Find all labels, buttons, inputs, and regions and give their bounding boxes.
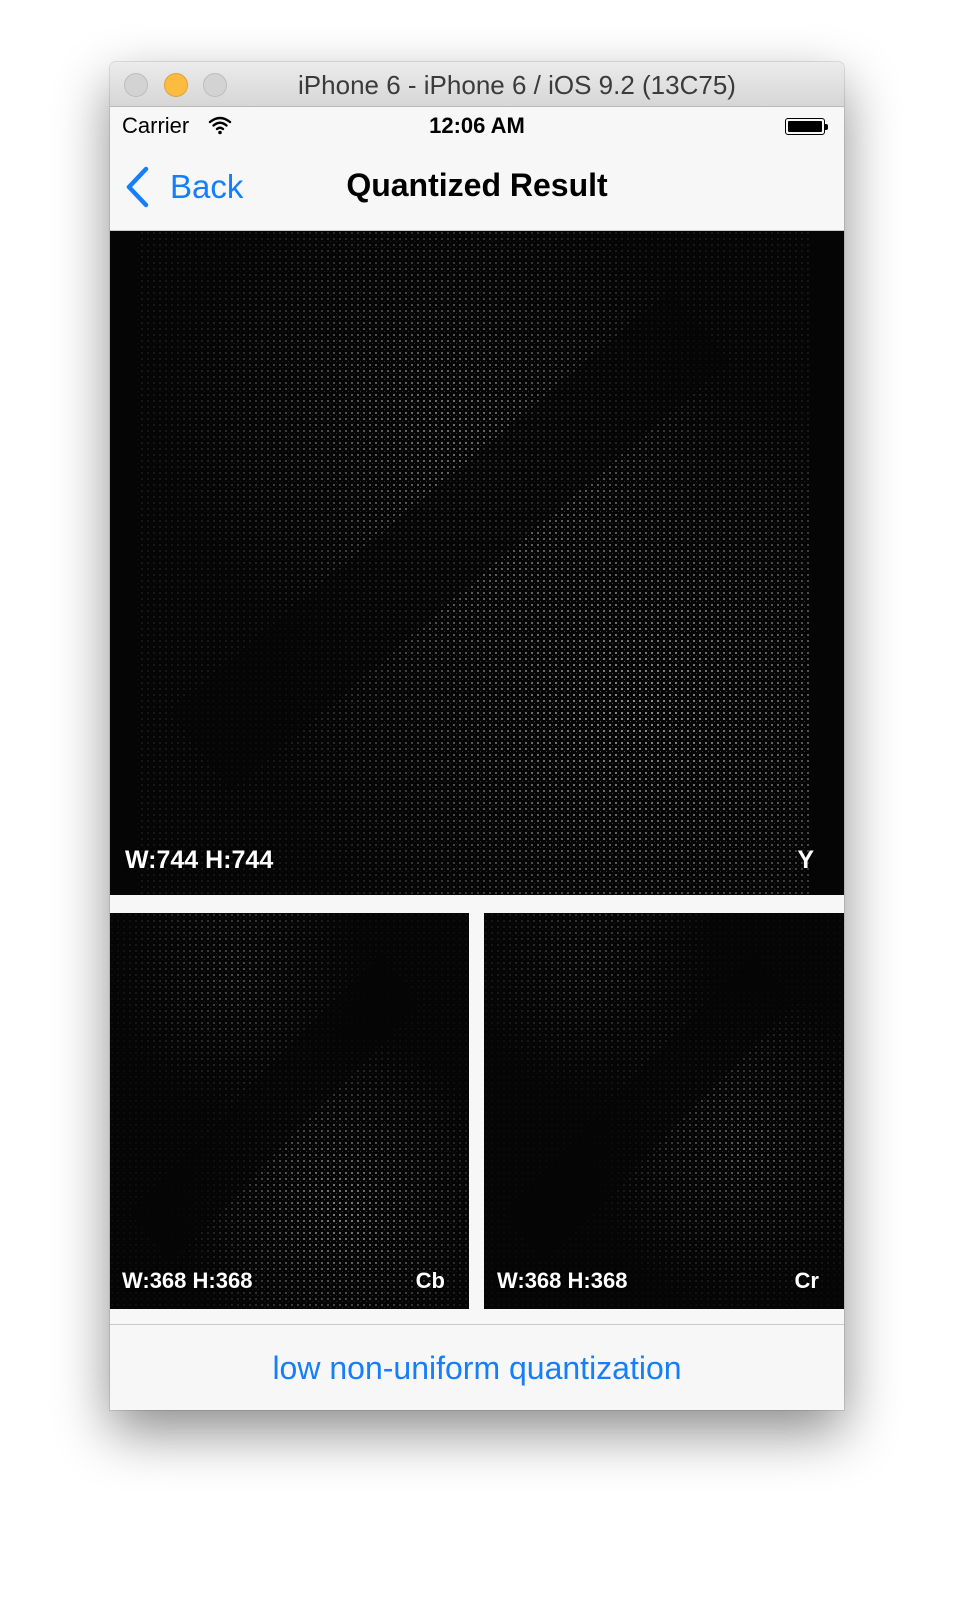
cb-channel-texture [110,913,469,1309]
page-title: Quantized Result [346,167,608,203]
minimize-window-button[interactable] [164,73,188,97]
y-channel-label: Y [797,846,814,874]
status-time: 12:06 AM [429,113,525,138]
y-channel-image: W:744 H:744 Y [110,231,844,895]
cr-size-label: W:368 H:368 [497,1268,628,1293]
quantization-mode-button[interactable]: low non-uniform quantization [110,1325,844,1410]
cb-channel-image: W:368 H:368 Cb [110,913,469,1309]
cr-channel-texture [484,913,844,1309]
window-title: iPhone 6 - iPhone 6 / iOS 9.2 (13C75) [298,70,736,100]
y-channel-texture [110,231,844,895]
cb-channel-label: Cb [415,1268,445,1293]
battery-icon [785,118,828,135]
navigation-bar: Back Quantized Result [110,145,844,231]
y-size-label: W:744 H:744 [125,846,274,874]
cr-channel-image: W:368 H:368 Cr [484,913,844,1309]
cb-size-label: W:368 H:368 [122,1268,253,1293]
cr-channel-label: Cr [794,1268,819,1293]
close-window-button[interactable] [124,73,148,97]
status-bar: Carrier 12:06 AM [110,107,844,145]
simulator-window: iPhone 6 - iPhone 6 / iOS 9.2 (13C75) Ca… [110,62,844,1410]
window-titlebar: iPhone 6 - iPhone 6 / iOS 9.2 (13C75) [110,62,844,107]
